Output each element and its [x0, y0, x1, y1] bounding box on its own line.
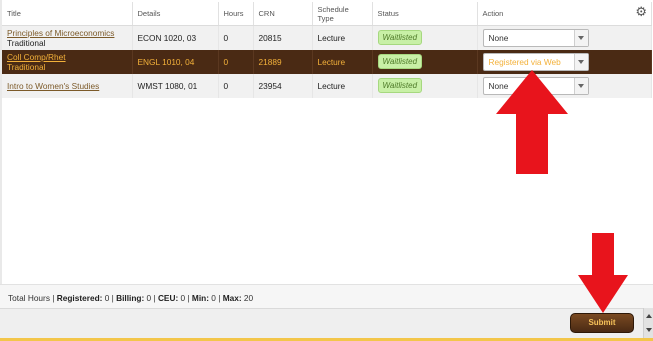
- cell-hours: 0: [218, 73, 254, 98]
- cell-status: Waitlisted: [372, 49, 478, 74]
- down-arrow-annotation-icon: [578, 233, 628, 313]
- table-header-row: Title Details Hours CRN Schedule Type St…: [2, 2, 652, 26]
- totals-bar: Total Hours | Registered: 0 | Billing: 0…: [0, 284, 653, 309]
- billing-label: Billing:: [116, 293, 145, 303]
- cell-details: WMST 1080, 01: [132, 73, 219, 98]
- column-header-status[interactable]: Status: [372, 2, 478, 26]
- ceu-label: CEU:: [157, 293, 179, 303]
- registration-panel: Title Details Hours CRN Schedule Type St…: [0, 0, 653, 341]
- up-arrow-annotation-icon: [496, 70, 568, 174]
- action-select-value: None: [488, 32, 509, 43]
- scrollbar[interactable]: [643, 308, 653, 338]
- cell-schedule-type: Lecture: [312, 25, 373, 50]
- cell-details: ECON 1020, 03: [132, 25, 219, 50]
- gear-icon[interactable]: ⚙: [635, 5, 647, 18]
- column-header-title[interactable]: Title: [2, 2, 133, 26]
- cell-crn: 23954: [253, 73, 313, 98]
- footer-bar: [0, 308, 653, 339]
- column-header-action[interactable]: Action: [477, 2, 652, 26]
- column-header-crn[interactable]: CRN: [253, 2, 313, 26]
- cell-title: Coll Comp/Rhet Traditional: [2, 49, 133, 74]
- total-hours-summary: Total Hours | Registered: 0 | Billing: 0…: [8, 293, 254, 303]
- action-select-value: Registered via Web: [488, 56, 561, 67]
- column-header-hours[interactable]: Hours: [218, 2, 254, 26]
- cell-schedule-type: Lecture: [312, 49, 373, 74]
- registered-value: 0: [104, 293, 110, 303]
- cell-crn: 20815: [253, 25, 313, 50]
- scroll-down-icon[interactable]: [646, 328, 652, 332]
- ceu-value: 0: [180, 293, 186, 303]
- min-value: 0: [211, 293, 216, 303]
- status-badge: Waitlisted: [377, 30, 423, 46]
- course-subtitle: Traditional: [7, 37, 46, 48]
- cell-title: Principles of Microeconomics Traditional: [2, 25, 133, 50]
- cell-crn: 21889: [253, 49, 313, 74]
- chevron-down-icon[interactable]: [573, 77, 588, 94]
- registered-label: Registered:: [56, 293, 103, 303]
- status-badge: Waitlisted: [377, 78, 423, 93]
- cell-status: Waitlisted: [372, 25, 478, 50]
- course-subtitle: Traditional: [7, 61, 46, 72]
- action-select[interactable]: None: [482, 28, 589, 47]
- cell-action: None: [477, 25, 652, 50]
- action-select[interactable]: Registered via Web: [482, 52, 589, 71]
- column-header-action-label: Action: [482, 9, 504, 18]
- min-label: Min:: [191, 293, 209, 303]
- course-title-link[interactable]: Coll Comp/Rhet: [7, 52, 127, 62]
- course-title-link[interactable]: Principles of Microeconomics: [7, 28, 127, 38]
- chevron-down-icon[interactable]: [573, 53, 588, 70]
- cell-status: Waitlisted: [372, 73, 478, 98]
- cell-hours: 0: [218, 49, 254, 74]
- column-header-schedule-type[interactable]: Schedule Type: [312, 2, 373, 26]
- cell-schedule-type: Lecture: [312, 73, 373, 98]
- scroll-up-icon[interactable]: [646, 314, 652, 318]
- max-label: Max:: [222, 293, 242, 303]
- status-badge: Waitlisted: [377, 54, 423, 69]
- cell-title: Intro to Women's Studies: [2, 73, 133, 98]
- table-row[interactable]: Principles of Microeconomics Traditional…: [2, 25, 652, 50]
- cell-hours: 0: [218, 25, 254, 50]
- max-value: 20: [243, 293, 254, 303]
- course-title-link[interactable]: Intro to Women's Studies: [7, 81, 127, 91]
- chevron-down-icon[interactable]: [573, 29, 588, 46]
- total-hours-label: Total Hours |: [8, 293, 55, 303]
- billing-value: 0: [146, 293, 152, 303]
- submit-button[interactable]: Submit: [570, 313, 634, 333]
- cell-details: ENGL 1010, 04: [132, 49, 219, 74]
- column-header-details[interactable]: Details: [132, 2, 219, 26]
